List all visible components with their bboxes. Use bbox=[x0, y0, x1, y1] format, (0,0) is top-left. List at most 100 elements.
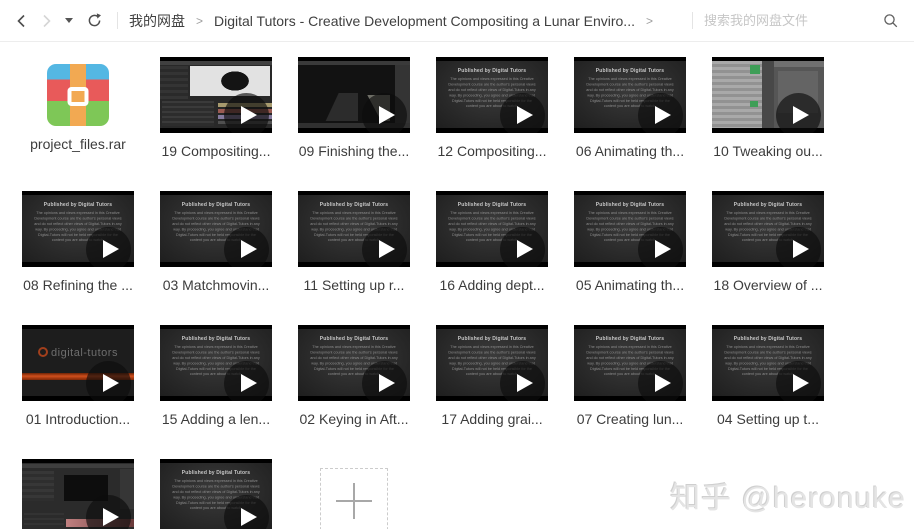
file-item: Published by Digital Tutors The opinions… bbox=[574, 191, 686, 294]
play-icon[interactable] bbox=[362, 227, 407, 267]
play-icon[interactable] bbox=[86, 361, 131, 401]
thumb-slide-title: Published by Digital Tutors bbox=[595, 68, 665, 74]
file-item: project_files.rar bbox=[22, 57, 134, 160]
file-item: Published by Digital Tutors The opinions… bbox=[712, 325, 824, 428]
file-item: Published by Digital Tutors The opinions… bbox=[436, 325, 548, 428]
video-thumbnail[interactable] bbox=[712, 57, 824, 133]
file-item: Published by Digital Tutors The opinions… bbox=[160, 191, 272, 294]
file-item: Published by Digital Tutors The opinions… bbox=[22, 191, 134, 294]
video-thumbnail[interactable]: Published by Digital Tutors The opinions… bbox=[160, 459, 272, 529]
file-label: 07 Creating lun... bbox=[576, 411, 684, 427]
video-thumbnail[interactable]: Published by Digital Tutors The opinions… bbox=[436, 325, 548, 401]
chevron-right-icon bbox=[43, 14, 51, 27]
play-icon[interactable] bbox=[776, 227, 821, 267]
file-grid: project_files.rar 19 Compositing... 09 F… bbox=[0, 42, 826, 529]
play-icon[interactable] bbox=[638, 227, 683, 267]
file-item: Published by Digital Tutors The opinions… bbox=[574, 57, 686, 160]
file-item: Published by Digital Tutors The opinions… bbox=[436, 57, 548, 160]
history-dropdown-button[interactable] bbox=[58, 9, 82, 33]
search-icon[interactable] bbox=[882, 12, 900, 30]
breadcrumb-separator: > bbox=[196, 13, 204, 28]
video-thumbnail[interactable]: Published by Digital Tutors The opinions… bbox=[160, 191, 272, 267]
forward-button[interactable] bbox=[34, 9, 58, 33]
search-input[interactable] bbox=[704, 13, 882, 28]
video-thumbnail[interactable]: Published by Digital Tutors The opinions… bbox=[574, 57, 686, 133]
play-icon[interactable] bbox=[86, 227, 131, 267]
file-label: 19 Compositing... bbox=[161, 143, 271, 159]
play-icon[interactable] bbox=[500, 227, 545, 267]
breadcrumb-root[interactable]: 我的网盘 bbox=[129, 11, 185, 31]
file-item: Published by Digital Tutors The opinions… bbox=[160, 459, 272, 529]
file-label: 09 Finishing the... bbox=[298, 143, 410, 159]
file-label: 15 Adding a len... bbox=[161, 411, 271, 427]
add-upload-box[interactable] bbox=[320, 468, 388, 529]
file-item bbox=[298, 459, 410, 529]
play-icon[interactable] bbox=[224, 227, 269, 267]
play-icon[interactable] bbox=[500, 93, 545, 133]
breadcrumb-current-folder[interactable]: Digital Tutors - Creative Development Co… bbox=[214, 13, 635, 29]
video-thumbnail[interactable]: Published by Digital Tutors The opinions… bbox=[298, 191, 410, 267]
breadcrumb-separator: > bbox=[645, 13, 653, 28]
file-label: 17 Adding grai... bbox=[441, 411, 543, 427]
video-thumbnail[interactable]: Published by Digital Tutors The opinions… bbox=[574, 325, 686, 401]
thumb-slide-title: Published by Digital Tutors bbox=[181, 336, 251, 342]
top-toolbar: 我的网盘 > Digital Tutors - Creative Develop… bbox=[0, 0, 914, 42]
file-item: 10 Tweaking ou... bbox=[712, 57, 824, 160]
file-item: Published by Digital Tutors The opinions… bbox=[574, 325, 686, 428]
file-item: Published by Digital Tutors The opinions… bbox=[298, 191, 410, 294]
video-thumbnail[interactable] bbox=[298, 57, 410, 133]
file-item: 19 Compositing... bbox=[160, 57, 272, 160]
play-icon[interactable] bbox=[224, 93, 269, 133]
video-thumbnail[interactable]: Published by Digital Tutors The opinions… bbox=[160, 325, 272, 401]
thumb-slide-title: Published by Digital Tutors bbox=[595, 202, 665, 208]
video-thumbnail[interactable] bbox=[160, 57, 272, 133]
rar-archive-icon[interactable] bbox=[47, 64, 109, 126]
file-label: 02 Keying in Aft... bbox=[299, 411, 409, 427]
thumb-slide-title: Published by Digital Tutors bbox=[181, 470, 251, 476]
video-thumbnail[interactable]: Published by Digital Tutors The opinions… bbox=[298, 325, 410, 401]
file-label: 10 Tweaking ou... bbox=[713, 143, 823, 159]
play-icon[interactable] bbox=[362, 93, 407, 133]
rar-buckle bbox=[67, 87, 89, 106]
file-label: 05 Animating th... bbox=[575, 277, 685, 293]
refresh-icon bbox=[88, 13, 101, 27]
back-button[interactable] bbox=[10, 9, 34, 33]
video-thumbnail[interactable]: Published by Digital Tutors The opinions… bbox=[712, 191, 824, 267]
thumb-slide-title: Published by Digital Tutors bbox=[733, 336, 803, 342]
file-item: Published by Digital Tutors The opinions… bbox=[712, 191, 824, 294]
file-item: Published by Digital Tutors The opinions… bbox=[436, 191, 548, 294]
play-icon[interactable] bbox=[638, 93, 683, 133]
breadcrumb: 我的网盘 > Digital Tutors - Creative Develop… bbox=[129, 11, 664, 31]
play-icon[interactable] bbox=[776, 361, 821, 401]
play-icon[interactable] bbox=[776, 93, 821, 133]
search-box bbox=[704, 12, 900, 30]
caret-down-icon bbox=[65, 18, 73, 23]
video-thumbnail[interactable]: digital-tutors bbox=[22, 325, 134, 401]
video-thumbnail[interactable]: Published by Digital Tutors The opinions… bbox=[436, 191, 548, 267]
play-icon[interactable] bbox=[638, 361, 683, 401]
thumb-slide-title: Published by Digital Tutors bbox=[457, 336, 527, 342]
video-thumbnail[interactable]: Published by Digital Tutors The opinions… bbox=[22, 191, 134, 267]
chevron-left-icon bbox=[17, 14, 25, 27]
thumb-slide-title: Published by Digital Tutors bbox=[319, 202, 389, 208]
play-icon[interactable] bbox=[500, 361, 545, 401]
file-label: 04 Setting up t... bbox=[717, 411, 819, 427]
refresh-button[interactable] bbox=[82, 9, 106, 33]
file-label: project_files.rar bbox=[30, 136, 126, 152]
file-item: digital-tutors 01 Introduction... bbox=[22, 325, 134, 428]
file-item: Published by Digital Tutors The opinions… bbox=[160, 325, 272, 428]
file-label: 11 Setting up r... bbox=[303, 277, 405, 293]
file-label: 08 Refining the ... bbox=[23, 277, 133, 293]
file-label: 18 Overview of ... bbox=[713, 277, 823, 293]
video-thumbnail[interactable]: Published by Digital Tutors The opinions… bbox=[436, 57, 548, 133]
video-thumbnail[interactable] bbox=[22, 459, 134, 529]
thumb-slide-title: Published by Digital Tutors bbox=[733, 202, 803, 208]
file-label: 06 Animating th... bbox=[575, 143, 685, 159]
thumb-slide-title: Published by Digital Tutors bbox=[181, 202, 251, 208]
video-thumbnail[interactable]: Published by Digital Tutors The opinions… bbox=[712, 325, 824, 401]
play-icon[interactable] bbox=[224, 361, 269, 401]
video-thumbnail[interactable]: Published by Digital Tutors The opinions… bbox=[574, 191, 686, 267]
thumb-slide-title: Published by Digital Tutors bbox=[457, 202, 527, 208]
file-item bbox=[22, 459, 134, 529]
play-icon[interactable] bbox=[362, 361, 407, 401]
